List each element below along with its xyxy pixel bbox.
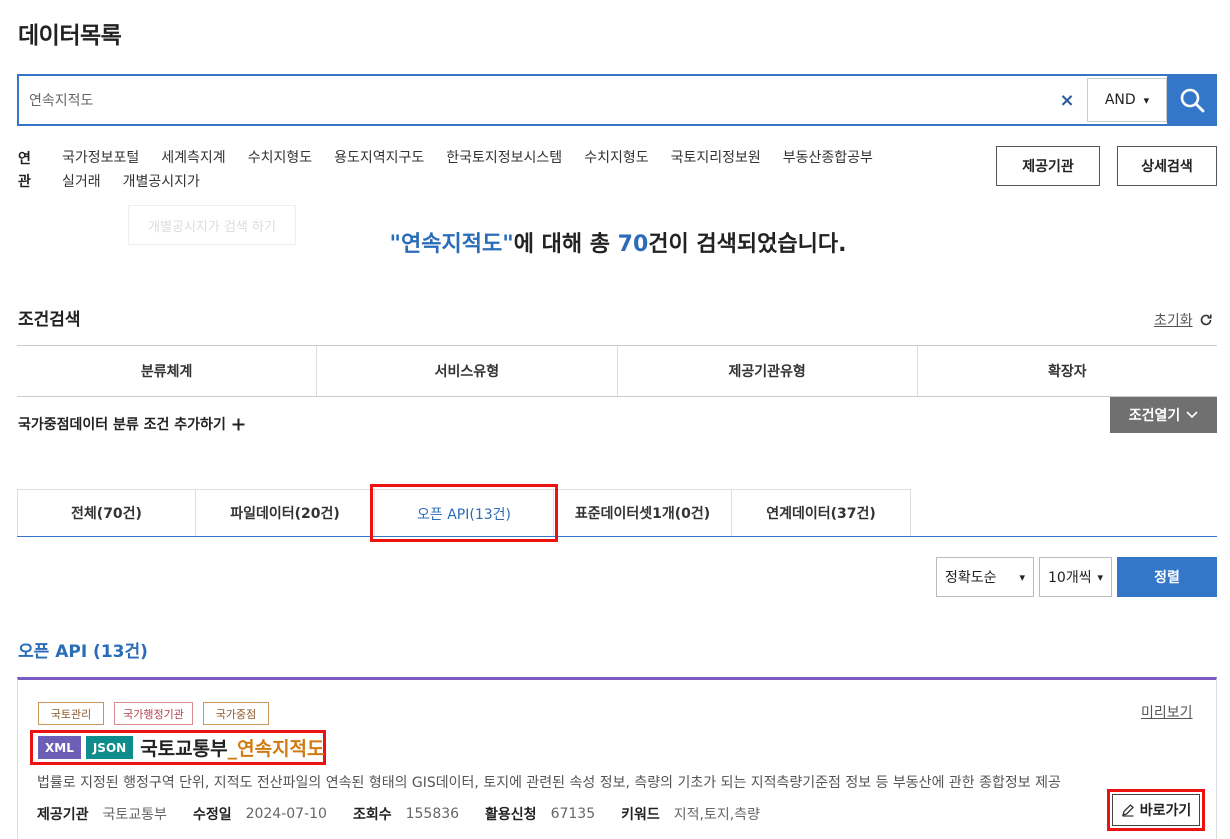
item-description: 법률로 지정된 행정구역 단위, 지적도 전산파일의 연속된 형태의 GIS데이… (37, 775, 1061, 791)
item-meta: 제공기관 국토교통부 수정일 2024-07-10 조회수 155836 활용신… (37, 804, 786, 824)
result-quote: " (502, 232, 514, 257)
result-quote: " (389, 232, 402, 257)
result-keyword: 연속지적도 (401, 232, 503, 257)
item-title-name: 연속지적도 (237, 738, 325, 760)
condition-column[interactable]: 제공기관유형 (618, 346, 918, 396)
condition-column[interactable]: 분류체계 (17, 346, 318, 396)
sort-order-value: 정확도순 (945, 570, 997, 586)
result-text: 에 대해 총 (513, 232, 618, 257)
related-label: 연관 (18, 151, 31, 190)
add-condition-label: 국가중점데이터 분류 조건 추가하기 (18, 417, 226, 433)
meta-key: 제공기관 (37, 807, 89, 823)
goto-label: 바로가기 (1139, 803, 1192, 819)
related-item[interactable]: 수치지형도 (584, 146, 648, 170)
meta-value: 155836 (405, 806, 460, 822)
related-item[interactable]: 국토지리정보원 (671, 146, 761, 170)
format-badge-json: JSON (85, 736, 134, 759)
sort-order-select[interactable]: 정확도순 ▾ (936, 557, 1034, 597)
related-item[interactable]: 수치지형도 (248, 146, 312, 170)
item-title-org: 국토교통부 (140, 738, 228, 760)
search-button[interactable] (1167, 74, 1217, 126)
condition-title: 조건검색 (18, 310, 81, 330)
search-icon (1180, 88, 1205, 113)
result-suffix: 건이 검색되었습니다. (648, 232, 847, 257)
goto-button[interactable]: 바로가기 (1112, 794, 1200, 826)
tab-linked-data[interactable]: 연계데이터(37건) (731, 489, 911, 537)
condition-column[interactable]: 확장자 (918, 346, 1217, 396)
chevron-down-icon: ▾ (1097, 570, 1103, 584)
meta-value: 지적,토지,측량 (673, 807, 760, 823)
open-condition-button[interactable]: 조건열기 (1110, 397, 1217, 433)
condition-column[interactable]: 서비스유형 (317, 346, 618, 396)
meta-key: 활용신청 (485, 807, 537, 823)
tabs-divider (17, 536, 1217, 537)
reset-label: 초기화 (1154, 313, 1193, 329)
chevron-down-icon: ▾ (1143, 93, 1150, 107)
page-title: 데이터목록 (18, 23, 122, 49)
meta-key: 조회수 (352, 807, 392, 823)
per-page-select[interactable]: 10개씩 ▾ (1039, 557, 1112, 597)
related-item[interactable]: 개별공시지가 (123, 170, 200, 194)
reset-link[interactable]: 초기화 (1154, 310, 1213, 330)
chevron-down-icon: ▾ (1019, 570, 1025, 584)
meta-key: 키워드 (621, 807, 660, 823)
chevron-down-icon (1186, 411, 1198, 419)
related-list: 국가정보포털 세계측지계 수치지형도 용도지역지구도 한국토지정보시스템 수치지형도 국토지… (62, 146, 962, 194)
detail-search-button[interactable]: 상세검색 (1117, 146, 1217, 186)
provider-button[interactable]: 제공기관 (996, 146, 1100, 186)
result-count: 70 (617, 232, 649, 257)
related-item[interactable]: 용도지역지구도 (334, 146, 424, 170)
preview-link[interactable]: 미리보기 (1141, 702, 1193, 722)
refresh-icon (1200, 314, 1212, 326)
pencil-icon (1121, 804, 1134, 817)
highlight-box (370, 484, 558, 542)
search-bar: × AND ▾ (17, 74, 1217, 126)
add-condition-link[interactable]: 국가중점데이터 분류 조건 추가하기 (18, 414, 245, 434)
meta-value: 국토교통부 (102, 807, 167, 823)
related-item[interactable]: 국가정보포털 (62, 146, 139, 170)
format-badge-xml: XML (38, 736, 81, 759)
result-message: "연속지적도"에 대해 총 70건이 검색되었습니다. (0, 226, 1230, 258)
related-item[interactable]: 부동산종합공부 (783, 146, 873, 170)
related-item[interactable]: 실거래 (62, 170, 101, 194)
category-tag: 국토관리 (38, 702, 104, 725)
open-condition-label: 조건열기 (1128, 408, 1181, 424)
related-item[interactable]: 한국토지정보시스템 (446, 146, 562, 170)
tab-all[interactable]: 전체(70건) (17, 489, 195, 537)
meta-key: 수정일 (192, 807, 232, 823)
category-tag: 국가행정기관 (114, 702, 193, 725)
section-title: 오픈 API (13건) (18, 642, 148, 662)
per-page-value: 10개씩 (1048, 570, 1092, 586)
operator-select[interactable]: AND ▾ (1087, 78, 1167, 122)
tab-standard-dataset[interactable]: 표준데이터셋1개(0건) (553, 489, 731, 537)
clear-icon[interactable]: × (1047, 76, 1087, 124)
item-title-row[interactable]: XML JSON 국토교통부_연속지적도 (30, 730, 326, 765)
meta-value: 67135 (550, 806, 596, 822)
category-tag: 국가중점 (203, 702, 269, 725)
item-title-sep: _ (227, 738, 238, 760)
meta-value: 2024-07-10 (245, 806, 327, 822)
operator-value: AND (1104, 92, 1136, 108)
plus-icon (232, 418, 245, 430)
search-input[interactable] (19, 76, 1047, 124)
sort-button[interactable]: 정렬 (1117, 557, 1217, 597)
tab-file-data[interactable]: 파일데이터(20건) (195, 489, 374, 537)
condition-table: 분류체계 서비스유형 제공기관유형 확장자 (17, 345, 1217, 397)
related-item[interactable]: 세계측지계 (161, 146, 225, 170)
item-title[interactable]: 국토교통부_연속지적도 (140, 734, 324, 761)
